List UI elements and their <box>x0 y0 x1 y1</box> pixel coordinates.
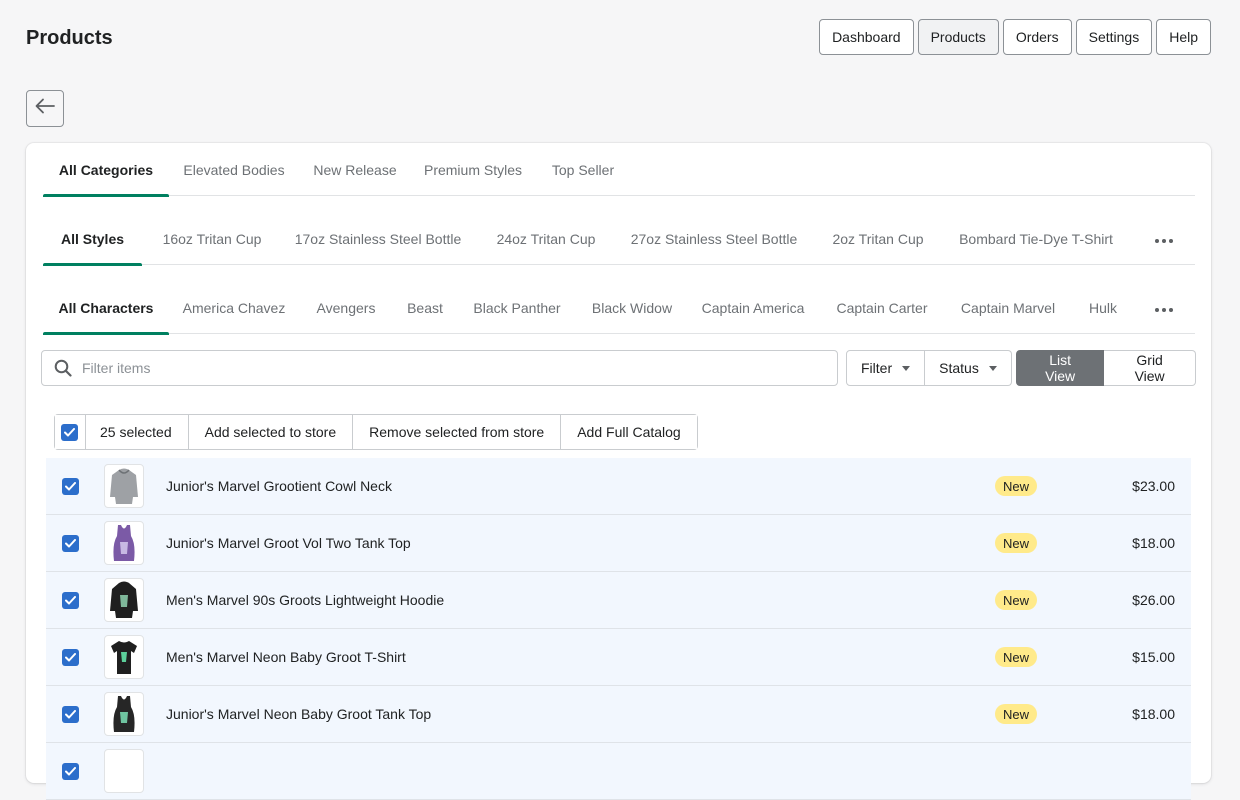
product-price: $15.00 <box>1132 649 1175 665</box>
tab-black-panther[interactable]: Black Panther <box>467 281 567 334</box>
product-row[interactable]: Junior's Marvel Grootient Cowl Neck New … <box>46 458 1191 515</box>
tab-24oz-tritan-cup[interactable]: 24oz Tritan Cup <box>487 212 605 265</box>
product-row[interactable]: Men's Marvel Neon Baby Groot T-Shirt New… <box>46 629 1191 686</box>
product-row[interactable]: Junior's Marvel Groot Vol Two Tank Top N… <box>46 515 1191 572</box>
tab-new-release[interactable]: New Release <box>305 143 405 196</box>
product-price: $23.00 <box>1132 478 1175 494</box>
select-all-checkbox-wrap[interactable] <box>55 415 85 449</box>
status-badge: New <box>995 647 1038 667</box>
status-label: Status <box>939 360 979 376</box>
tab-2oz-tritan-cup[interactable]: 2oz Tritan Cup <box>823 212 933 265</box>
row-checkbox[interactable] <box>62 592 79 609</box>
product-name[interactable]: Men's Marvel 90s Groots Lightweight Hood… <box>166 592 444 608</box>
more-horizontal-icon <box>1155 230 1173 248</box>
tab-avengers[interactable]: Avengers <box>307 281 385 334</box>
tab-captain-carter[interactable]: Captain Carter <box>829 281 935 334</box>
products-card: All Categories Elevated Bodies New Relea… <box>26 143 1211 800</box>
tab-top-seller[interactable]: Top Seller <box>543 143 623 196</box>
row-checkbox[interactable] <box>62 706 79 723</box>
product-price: $26.00 <box>1132 592 1175 608</box>
search-box <box>41 350 838 386</box>
add-full-catalog-button[interactable]: Add Full Catalog <box>560 415 697 449</box>
more-horizontal-icon <box>1155 299 1173 317</box>
nav-settings-button[interactable]: Settings <box>1075 19 1153 55</box>
view-toggle-group: List View Grid View <box>1016 350 1196 386</box>
product-name[interactable]: Junior's Marvel Neon Baby Groot Tank Top <box>166 706 431 722</box>
tab-black-widow[interactable]: Black Widow <box>585 281 679 334</box>
status-badge: New <box>995 476 1038 496</box>
product-thumbnail <box>104 635 144 679</box>
top-navigation: Dashboard Products Orders Settings Help <box>819 19 1211 55</box>
tab-16oz-tritan-cup[interactable]: 16oz Tritan Cup <box>153 212 271 265</box>
list-view-button[interactable]: List View <box>1016 350 1105 386</box>
product-name[interactable]: Junior's Marvel Grootient Cowl Neck <box>166 478 392 494</box>
tab-all-characters[interactable]: All Characters <box>43 281 169 335</box>
product-thumbnail <box>104 692 144 736</box>
product-price: $18.00 <box>1132 706 1175 722</box>
select-all-checkbox[interactable] <box>61 423 78 441</box>
tab-27oz-stainless-steel-bottle[interactable]: 27oz Stainless Steel Bottle <box>623 212 805 265</box>
filter-bar: Filter Status List View Grid View <box>41 350 1196 386</box>
product-thumbnail <box>104 749 144 793</box>
tab-17oz-stainless-steel-bottle[interactable]: 17oz Stainless Steel Bottle <box>287 212 469 265</box>
product-name[interactable]: Men's Marvel Neon Baby Groot T-Shirt <box>166 649 406 665</box>
filter-dropdown[interactable]: Filter <box>846 350 926 386</box>
status-badge: New <box>995 590 1038 610</box>
tab-all-styles[interactable]: All Styles <box>43 212 142 266</box>
tab-captain-marvel[interactable]: Captain Marvel <box>953 281 1063 334</box>
row-checkbox[interactable] <box>62 478 79 495</box>
tab-premium-styles[interactable]: Premium Styles <box>415 143 531 196</box>
row-checkbox[interactable] <box>62 535 79 552</box>
page-title: Products <box>26 27 113 49</box>
tab-bombard-tie-dye-t-shirt[interactable]: Bombard Tie-Dye T-Shirt <box>951 212 1121 265</box>
product-list: Junior's Marvel Grootient Cowl Neck New … <box>46 458 1191 800</box>
nav-orders-button[interactable]: Orders <box>1002 19 1072 55</box>
back-button[interactable] <box>26 90 64 127</box>
status-badge: New <box>995 533 1038 553</box>
row-checkbox[interactable] <box>62 649 79 666</box>
product-row[interactable]: Junior's Marvel Neon Baby Groot Tank Top… <box>46 686 1191 743</box>
filter-label: Filter <box>861 360 893 376</box>
product-row[interactable]: Men's Marvel 90s Groots Lightweight Hood… <box>46 572 1191 629</box>
nav-dashboard-button[interactable]: Dashboard <box>819 19 914 55</box>
product-name[interactable]: Junior's Marvel Groot Vol Two Tank Top <box>166 535 411 551</box>
product-thumbnail <box>104 464 144 508</box>
tab-all-categories[interactable]: All Categories <box>43 143 169 197</box>
status-badge: New <box>995 704 1038 724</box>
filter-status-group: Filter Status <box>846 350 1012 386</box>
remove-selected-button[interactable]: Remove selected from store <box>352 415 561 449</box>
tab-beast[interactable]: Beast <box>401 281 449 334</box>
nav-products-button[interactable]: Products <box>917 19 999 55</box>
tab-captain-america[interactable]: Captain America <box>695 281 811 334</box>
arrow-left-icon <box>35 98 55 119</box>
category-tabs: All Categories Elevated Bodies New Relea… <box>43 143 1195 197</box>
bulk-actions-bar: 25 selected Add selected to store Remove… <box>54 414 698 450</box>
product-row[interactable] <box>46 743 1191 800</box>
nav-help-button[interactable]: Help <box>1156 19 1211 55</box>
grid-view-button[interactable]: Grid View <box>1104 350 1196 386</box>
caret-down-icon <box>902 365 911 371</box>
more-styles-button[interactable] <box>1149 212 1179 265</box>
caret-down-icon <box>988 365 997 371</box>
tab-elevated-bodies[interactable]: Elevated Bodies <box>171 143 297 196</box>
more-characters-button[interactable] <box>1149 281 1179 334</box>
search-icon <box>54 359 72 377</box>
status-dropdown[interactable]: Status <box>925 350 1012 386</box>
search-input[interactable] <box>80 359 820 377</box>
character-tabs: All Characters America Chavez Avengers B… <box>43 281 1195 335</box>
product-price: $18.00 <box>1132 535 1175 551</box>
selected-count: 25 selected <box>85 415 188 449</box>
product-thumbnail <box>104 521 144 565</box>
tab-america-chavez[interactable]: America Chavez <box>177 281 291 334</box>
style-tabs: All Styles 16oz Tritan Cup 17oz Stainles… <box>43 212 1195 266</box>
product-thumbnail <box>104 578 144 622</box>
row-checkbox[interactable] <box>62 763 79 780</box>
tab-hulk[interactable]: Hulk <box>1079 281 1127 334</box>
add-selected-button[interactable]: Add selected to store <box>187 415 353 449</box>
